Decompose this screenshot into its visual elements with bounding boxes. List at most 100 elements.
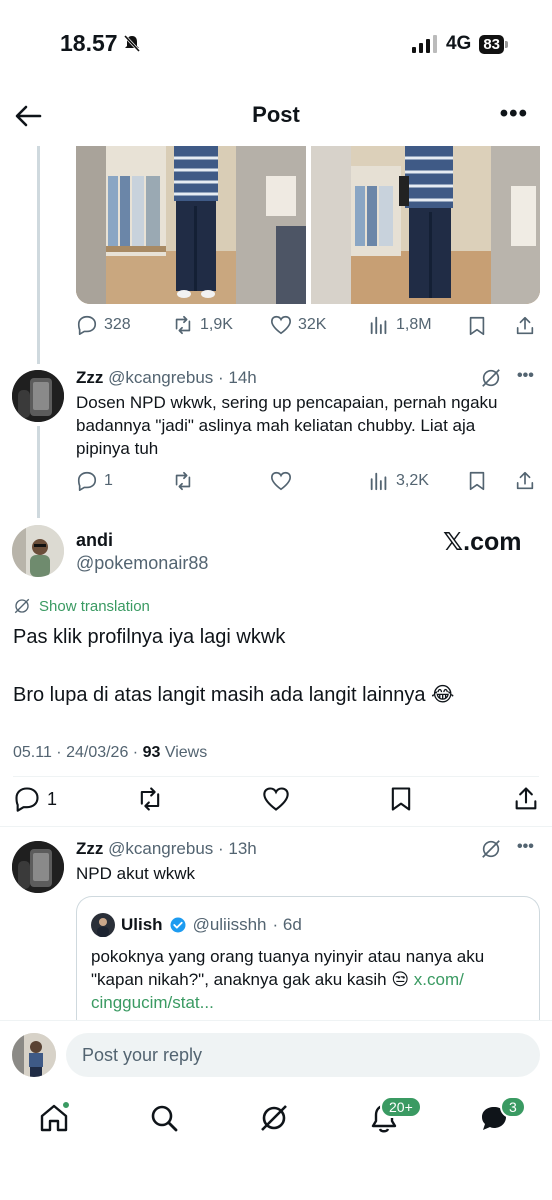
bookmark-icon[interactable] (466, 470, 488, 492)
repost-icon[interactable] (172, 470, 194, 492)
author-name: Zzz (76, 839, 104, 858)
network-label: 4G (445, 33, 472, 54)
bookmark-icon[interactable] (387, 785, 415, 813)
reply-author[interactable]: Zzz @kcangrebus · 14h (76, 368, 257, 388)
post-timestamp: 05.11 · 24/03/26 · (13, 744, 143, 761)
quote-link[interactable]: cinggucim/stat... (91, 991, 531, 1014)
header: Post ••• (0, 92, 552, 140)
verified-badge-icon (170, 917, 186, 933)
views-count: 3,2K (396, 472, 429, 489)
reply-input[interactable]: Post your reply (66, 1033, 540, 1077)
status-bar: 18.57 4G 83 (0, 0, 552, 90)
reply-count: 328 (104, 316, 131, 333)
quote-text: pokoknya yang orang tuanya nyinyir atau … (91, 945, 531, 1014)
thread-line (37, 146, 40, 364)
views-count: 1,8M (396, 316, 432, 333)
reply-text: Dosen NPD wkwk, sering up pencapaian, pe… (76, 393, 498, 458)
reply-icon (77, 315, 97, 335)
views-action[interactable]: 3,2K (368, 470, 429, 492)
reply-action[interactable]: 1 (13, 785, 57, 813)
post-time: · 13h (218, 839, 257, 858)
translate-icon (14, 598, 30, 614)
status-time: 18.57 (60, 30, 142, 57)
avatar (91, 913, 115, 937)
reply-count: 1 (47, 788, 58, 809)
share-icon[interactable] (514, 315, 536, 337)
x-watermark-logo: 𝕏.com (443, 528, 522, 556)
reply-icon (15, 787, 39, 812)
share-icon[interactable] (512, 785, 540, 813)
more-options-icon[interactable]: ••• (517, 838, 534, 856)
avatar[interactable] (12, 841, 64, 893)
reply-action[interactable]: 1 (76, 470, 113, 492)
messages-badge: 3 (500, 1096, 526, 1118)
tab-notifications[interactable]: 20+ (368, 1096, 422, 1138)
notifications-badge: 20+ (380, 1096, 422, 1118)
clock-text: 18.57 (60, 30, 118, 56)
like-count: 32K (298, 316, 327, 333)
quote-link[interactable]: x.com/ (414, 970, 464, 989)
like-action[interactable]: 32K (270, 314, 326, 336)
silent-bell-icon (123, 34, 140, 52)
bookmark-icon[interactable] (466, 315, 488, 337)
reply-action[interactable]: 328 (76, 314, 131, 336)
author-handle[interactable]: @pokemonair88 (76, 553, 208, 574)
post-photo-left[interactable] (76, 146, 306, 304)
heart-icon (271, 315, 291, 335)
reply-bar: Post your reply (0, 1020, 552, 1088)
repost-icon[interactable] (136, 785, 164, 813)
post-photo-right[interactable] (311, 146, 540, 304)
page-title: Post (252, 102, 300, 127)
reply-author[interactable]: Zzz @kcangrebus · 13h (76, 839, 257, 859)
post-meta: 05.11 · 24/03/26 · 93 Views (13, 744, 207, 762)
author-name[interactable]: andi (76, 530, 113, 551)
avatar[interactable] (12, 370, 64, 422)
avatar[interactable] (12, 525, 64, 577)
my-avatar (12, 1033, 56, 1077)
views-chart-icon (370, 316, 387, 335)
repost-icon (175, 315, 191, 335)
grok-icon[interactable] (480, 838, 502, 860)
more-options-icon[interactable]: ••• (500, 100, 528, 128)
grok-icon (261, 1105, 287, 1131)
quote-author-name: Ulish (121, 915, 163, 934)
repost-action[interactable]: 1,9K (172, 314, 233, 336)
tab-home[interactable] (38, 1100, 74, 1138)
author-handle: @kcangrebus (108, 839, 214, 858)
show-translation-label: Show translation (39, 597, 150, 615)
tab-search[interactable] (148, 1102, 184, 1138)
author-handle: @kcangrebus (108, 368, 214, 387)
tab-messages[interactable]: 3 (478, 1096, 526, 1138)
more-options-icon[interactable]: ••• (517, 367, 534, 385)
grok-icon[interactable] (480, 367, 502, 389)
quote-author-handle: @uliisshh (192, 915, 267, 934)
share-icon[interactable] (514, 470, 536, 492)
post-time: · 14h (218, 368, 257, 387)
status-right: 4G 83 (411, 33, 508, 55)
author-name: Zzz (76, 368, 104, 387)
search-icon (151, 1105, 178, 1132)
tab-grok[interactable] (258, 1102, 294, 1138)
quote-author: Ulish @uliisshh · 6d (91, 913, 302, 937)
heart-icon[interactable] (262, 785, 290, 813)
thread-line (37, 426, 40, 518)
post-text-line: Pas klik profilnya iya lagi wkwk (13, 626, 286, 648)
views-action[interactable]: 1,8M (368, 314, 432, 336)
signal-icon (411, 35, 437, 53)
views-count: 93 (142, 744, 161, 761)
divider (0, 826, 552, 827)
divider (13, 776, 539, 777)
reply-text: NPD akut wkwk (76, 864, 196, 883)
reply-count: 1 (104, 472, 113, 489)
quoted-post[interactable]: Ulish @uliisshh · 6d pokoknya yang orang… (76, 896, 540, 1026)
heart-icon[interactable] (270, 470, 292, 492)
battery-icon: 83 (479, 34, 508, 54)
repost-count: 1,9K (200, 316, 233, 333)
unread-dot (61, 1100, 71, 1110)
bottom-tab-bar: 20+ 3 (0, 1088, 552, 1200)
post-text-line: Bro lupa di atas langit masih ada langit… (13, 684, 455, 706)
quote-time: · 6d (272, 915, 302, 934)
show-translation-link[interactable]: Show translation (13, 597, 150, 615)
reply-icon (77, 471, 97, 491)
views-label: Views (160, 744, 208, 761)
